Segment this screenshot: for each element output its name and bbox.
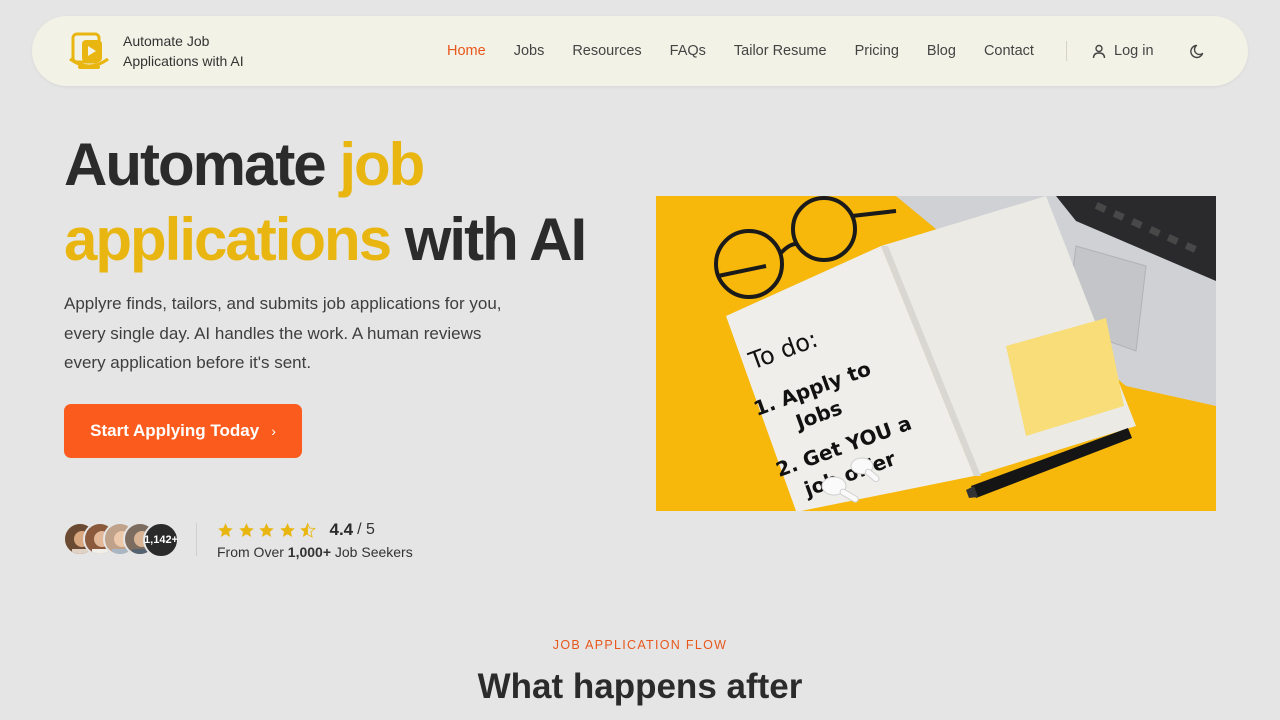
star-icon xyxy=(238,522,254,537)
nav-link-pricing[interactable]: Pricing xyxy=(855,43,899,59)
hero-image: To do: 1. Apply to Jobs 2. Get YOU a job… xyxy=(656,196,1216,511)
half-star-icon xyxy=(300,522,316,538)
nav-link-resources[interactable]: Resources xyxy=(572,43,641,59)
moon-icon xyxy=(1190,44,1204,59)
nav-divider xyxy=(1066,41,1067,61)
start-applying-button[interactable]: Start Applying Today › xyxy=(64,404,302,458)
user-avatars: 1,142+ xyxy=(63,522,183,558)
section-eyebrow: JOB APPLICATION FLOW xyxy=(552,638,728,652)
nav-link-home[interactable]: Home xyxy=(447,43,486,59)
brand-logo-icon xyxy=(68,29,110,73)
star-icon xyxy=(218,522,233,537)
hero-title: Automate job applications with AI xyxy=(64,127,604,277)
hero-title-part1: Automate xyxy=(64,131,340,198)
rating-value: 4.4 xyxy=(329,520,354,539)
nav-links: Home Jobs Resources FAQs Tailor Resume P… xyxy=(447,16,1062,86)
avatar-count-badge: 1,142+ xyxy=(143,522,179,558)
nav-link-blog[interactable]: Blog xyxy=(927,43,956,59)
hero-title-part2: with AI xyxy=(390,206,587,273)
star-icon xyxy=(279,522,295,537)
rating-caption-prefix: From Over xyxy=(217,544,288,560)
nav-link-tailor-resume[interactable]: Tailor Resume xyxy=(734,43,827,59)
login-button[interactable]: Log in xyxy=(1092,16,1154,86)
nav-link-jobs[interactable]: Jobs xyxy=(514,43,545,59)
top-navbar: Automate Job Applications with AI Home J… xyxy=(32,16,1248,86)
brand-name: Automate Job Applications with AI xyxy=(123,33,244,69)
brand[interactable]: Automate Job Applications with AI xyxy=(68,29,263,73)
chevron-right-icon: › xyxy=(271,423,276,439)
user-icon xyxy=(1092,44,1106,58)
rating-divider xyxy=(196,523,197,556)
nav-link-contact[interactable]: Contact xyxy=(984,43,1034,59)
rating-stars: 4.4 / 5 xyxy=(217,520,375,540)
rating-max: / 5 xyxy=(357,521,375,538)
cta-label: Start Applying Today xyxy=(90,421,260,440)
rating-caption-suffix: Job Seekers xyxy=(331,544,413,560)
rating-caption: From Over 1,000+ Job Seekers xyxy=(217,544,413,560)
theme-toggle-button[interactable] xyxy=(1190,43,1206,59)
login-label: Log in xyxy=(1114,43,1154,59)
nav-link-faqs[interactable]: FAQs xyxy=(670,43,706,59)
hero-subtitle: Applyre finds, tailors, and submits job … xyxy=(64,294,502,372)
rating-caption-count: 1,000+ xyxy=(287,544,331,560)
section-title: What happens after xyxy=(477,667,803,706)
star-icon xyxy=(259,522,274,537)
